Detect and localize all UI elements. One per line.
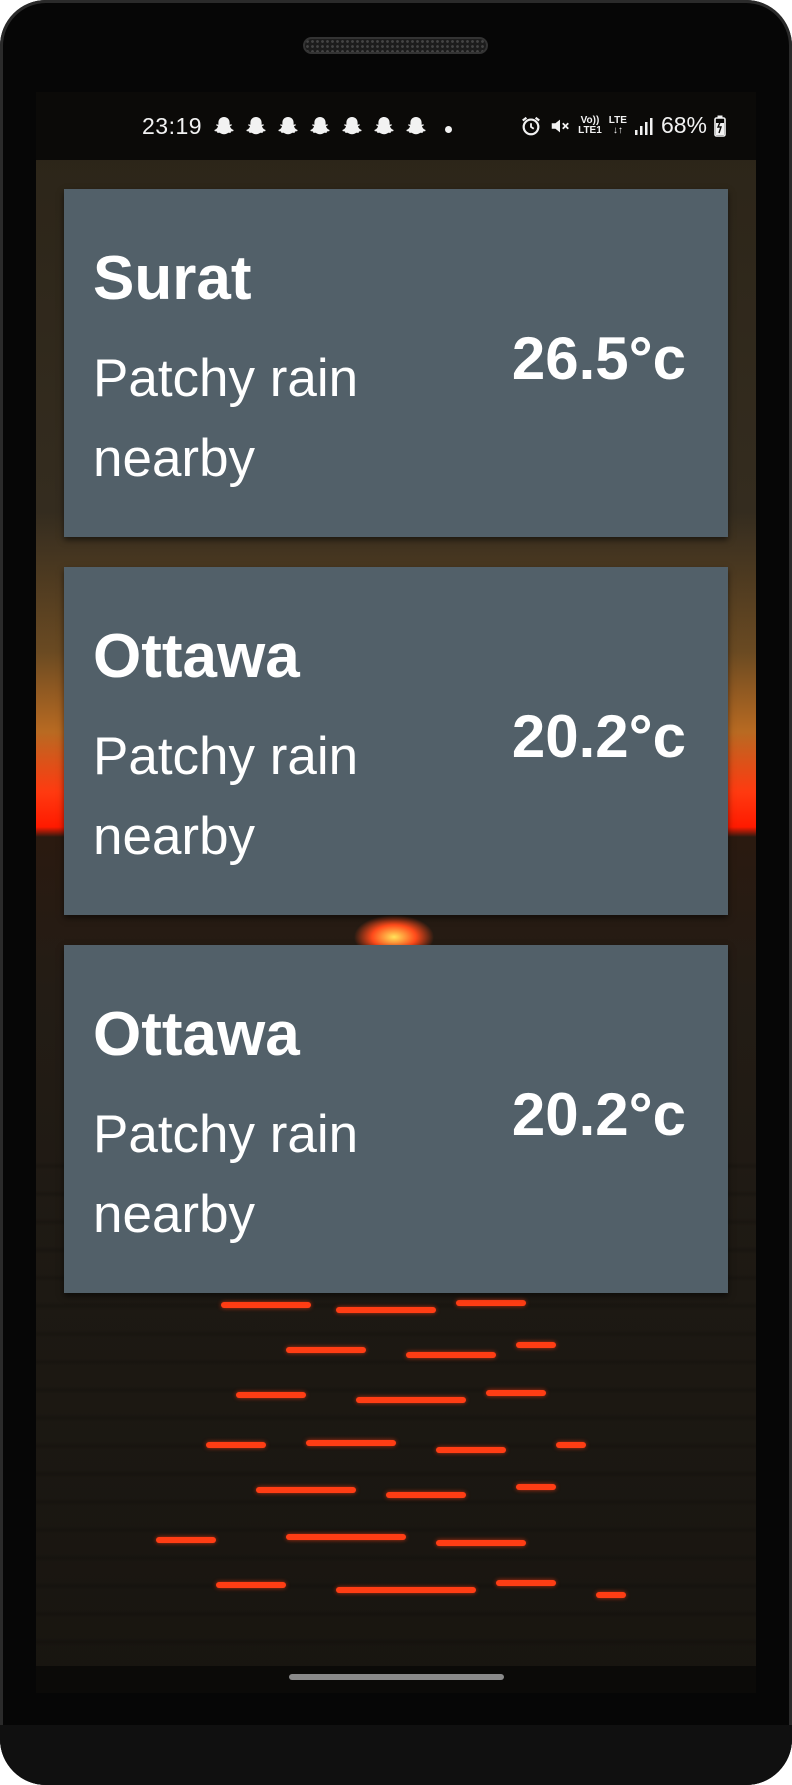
earpiece-speaker xyxy=(303,37,488,54)
sun-reflection-streak xyxy=(596,1592,626,1598)
temperature: 26.5°c xyxy=(511,325,686,392)
alarm-icon xyxy=(522,116,540,135)
sun-reflection-streak xyxy=(286,1347,366,1353)
battery-charging-icon xyxy=(714,115,726,137)
signal-icon xyxy=(634,117,653,135)
sun-reflection-streak xyxy=(406,1352,496,1358)
notification-icons xyxy=(212,114,428,138)
snapchat-icon xyxy=(406,117,426,135)
weather-condition: Patchy rain nearby xyxy=(93,727,359,866)
status-bar: 23:19 Vo)) LTE1 LTE ↓↑ 68% xyxy=(36,92,756,160)
weather-condition: Patchy rain nearby xyxy=(93,349,359,488)
sun-reflection-streak xyxy=(436,1540,526,1546)
system-status-icons: Vo)) LTE1 LTE ↓↑ 68% xyxy=(520,112,726,139)
weather-card[interactable]: Ottawa Patchy rain nearby 20.2°c xyxy=(64,945,728,1293)
snapchat-icon xyxy=(246,117,266,135)
sun-reflection-streak xyxy=(156,1537,216,1543)
sun-reflection-streak xyxy=(256,1487,356,1493)
status-time: 23:19 xyxy=(142,113,203,139)
weather-card[interactable]: Surat Patchy rain nearby 26.5°c xyxy=(64,189,728,537)
sun-reflection-streak xyxy=(486,1390,546,1396)
app-screen: 23:19 Vo)) LTE1 LTE ↓↑ 68% Surat Patchy … xyxy=(36,92,756,1693)
temperature: 20.2°c xyxy=(511,1081,686,1148)
sun-reflection-streak xyxy=(386,1492,466,1498)
city-name: Surat xyxy=(93,244,252,313)
phone-frame: 23:19 Vo)) LTE1 LTE ↓↑ 68% Surat Patchy … xyxy=(0,0,792,1785)
home-gesture-handle[interactable] xyxy=(289,1674,504,1680)
sun-reflection-streak xyxy=(496,1580,556,1586)
sun-reflection-streak xyxy=(516,1484,556,1490)
weather-list: Surat Patchy rain nearby 26.5°c Ottawa P… xyxy=(64,189,728,1323)
mute-icon xyxy=(551,119,569,132)
lte-indicator: LTE ↓↑ xyxy=(608,114,627,136)
snapchat-icon xyxy=(214,117,234,135)
weather-condition: Patchy rain nearby xyxy=(93,1105,359,1244)
sun-reflection-streak xyxy=(516,1342,556,1348)
sun-reflection-streak xyxy=(216,1582,286,1588)
sun-reflection-streak xyxy=(286,1534,406,1540)
city-name: Ottawa xyxy=(93,1000,300,1069)
sun-reflection-streak xyxy=(206,1442,266,1448)
phone-chin xyxy=(0,1725,792,1785)
data-arrows-icon: ↓↑ xyxy=(612,124,623,136)
snapchat-icon xyxy=(374,117,394,135)
weather-card[interactable]: Ottawa Patchy rain nearby 20.2°c xyxy=(64,567,728,915)
snapchat-icon xyxy=(342,117,362,135)
sun-reflection-streak xyxy=(306,1440,396,1446)
lte-label: LTE xyxy=(608,114,627,126)
city-name: Ottawa xyxy=(93,622,300,691)
sun-reflection-streak xyxy=(236,1392,306,1398)
battery-percent: 68% xyxy=(660,112,707,138)
sun-reflection-streak xyxy=(556,1442,586,1448)
snapchat-icon xyxy=(278,117,298,135)
more-notifications-dot xyxy=(445,126,452,133)
snapchat-icon xyxy=(310,117,330,135)
volte-indicator: Vo)) LTE1 xyxy=(578,114,602,136)
volte-label: Vo)) xyxy=(580,114,600,126)
temperature: 20.2°c xyxy=(511,703,686,770)
lte1-label: LTE1 xyxy=(578,124,602,136)
sun-reflection-streak xyxy=(336,1587,476,1593)
sun-reflection-streak xyxy=(356,1397,466,1403)
sun-reflection-streak xyxy=(436,1447,506,1453)
